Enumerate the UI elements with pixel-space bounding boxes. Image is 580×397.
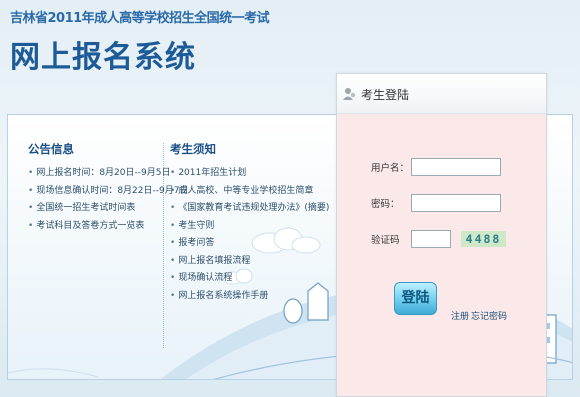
exam-subtitle: 吉林省2011年成人高等学校招生全国统一考试 [10,11,270,26]
bullet-icon: • [28,220,34,231]
announcement-item[interactable]: • 考试科目及答卷方式一览表 [28,218,188,236]
bullet-icon: • [28,185,34,196]
announcements-section: 公告信息 • 网上报名时间：8月20日--9月5日 • 现场信息确认时间：8月22日… [28,141,188,235]
notes-list: • 2011年招生计划 • 成人高校、中等专业学校招生简章 • 《国家教育考试违规处理… [170,165,329,305]
bullet-icon: • [170,185,176,196]
note-item[interactable]: • 2011年招生计划 [170,165,329,183]
announcements-list: • 网上报名时间：8月20日--9月5日 • 现场信息确认时间：8月22日--9月7… [28,165,188,235]
password-input[interactable] [411,194,501,212]
announcement-label: 全国统一招生考试时间表 [36,203,136,213]
announcements-heading: 公告信息 [28,142,74,156]
note-item[interactable]: • 考生守则 [170,218,329,236]
login-panel-header: 考生登陆 [337,74,546,114]
note-label: 《国家教育考试违规处理办法》(摘要) [178,203,330,213]
bullet-icon: • [170,168,176,178]
announcement-item[interactable]: • 网上报名时间：8月20日--9月5日 [28,165,188,183]
note-label: 网上报名填报流程 [178,255,251,266]
bullet-icon: • [170,220,176,231]
announcement-label: 网上报名时间：8月20日--9月5日 [36,168,171,178]
note-label: 网上报名系统操作手册 [178,290,269,301]
note-label: 成人高校、中等专业学校招生简章 [178,185,314,196]
note-label: 2011年招生计划 [178,168,247,178]
notes-heading: 考生须知 [170,142,216,156]
username-input[interactable] [411,158,501,176]
captcha-input[interactable] [411,230,451,248]
bullet-icon: • [170,203,176,213]
bullet-icon: • [170,273,176,283]
note-item[interactable]: • 现场确认流程 [170,270,329,288]
forgot-password-link[interactable]: 忘记密码 [471,309,507,322]
bullet-icon: • [28,168,34,178]
bullet-icon: • [170,238,176,248]
user-icon [343,86,357,105]
note-item[interactable]: • 网上报名填报流程 [170,253,329,271]
bullet-icon: • [170,255,176,266]
register-link[interactable]: 注册 [451,309,469,322]
announcement-item[interactable]: • 现场信息确认时间：8月22日--9月7日 [28,183,188,201]
login-button[interactable]: 登陆 [394,282,437,315]
note-item[interactable]: • 《国家教育考试违规处理办法》(摘要) [170,200,329,218]
password-label: 密码： [371,199,400,210]
bullet-icon: • [170,290,176,301]
note-item[interactable]: • 网上报名系统操作手册 [170,288,329,306]
note-label: 报考问答 [178,238,215,248]
announcement-label: 考试科目及答卷方式一览表 [36,220,145,231]
notes-section: 考生须知 • 2011年招生计划 • 成人高校、中等专业学校招生简章 • 《国家教育考… [170,141,329,305]
note-label: 现场确认流程 [178,273,233,283]
page-title: 网上报名系统 [10,40,196,75]
announcement-label: 现场信息确认时间：8月22日--9月7日 [36,185,189,196]
note-label: 考生守则 [178,220,215,231]
captcha-image[interactable]: 4488 [461,231,506,247]
note-item[interactable]: • 成人高校、中等专业学校招生简章 [170,183,329,201]
captcha-label: 验证码 [371,235,400,246]
bullet-icon: • [28,203,34,213]
note-item[interactable]: • 报考问答 [170,235,329,253]
login-title: 考生登陆 [361,88,410,102]
login-panel: 考生登陆 用户名： 密码： 验证码 4488 登陆 注册 忘记密码 [336,73,547,397]
username-label: 用户名： [371,163,410,174]
announcement-item[interactable]: • 全国统一招生考试时间表 [28,200,188,218]
